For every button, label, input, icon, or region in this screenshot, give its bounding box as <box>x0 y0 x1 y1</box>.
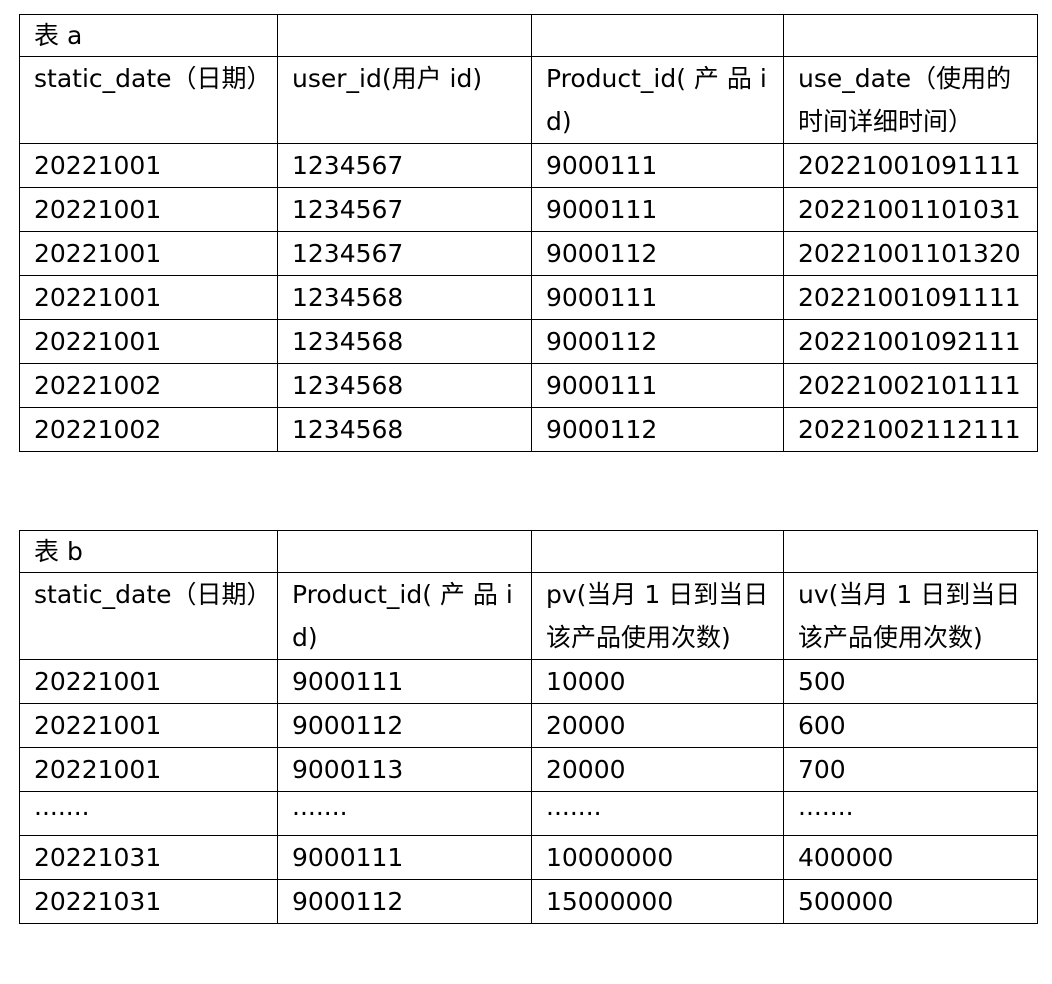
table-b-caption-row: 表 b <box>19 530 1038 573</box>
empty-cell <box>531 14 784 57</box>
table-cell: 600 <box>783 703 1038 748</box>
table-cell: 20221001101320 <box>783 231 1038 276</box>
table-cell: 9000111 <box>531 187 784 232</box>
table-cell: 20221001101031 <box>783 187 1038 232</box>
table-row: 20221001 1234567 9000112 20221001101320 <box>19 231 1038 276</box>
table-cell: 20221001 <box>19 187 278 232</box>
empty-cell <box>783 14 1038 57</box>
table-cell: 20221031 <box>19 835 278 880</box>
table-a-header-row: static_date（日期） user_id(用户 id) Product_i… <box>19 56 1038 144</box>
table-cell: 9000111 <box>531 363 784 408</box>
table-row: 20221001 1234567 9000111 20221001101031 <box>19 187 1038 232</box>
table-b: 表 b static_date（日期） Product_id( 产 品 id) … <box>19 530 1038 924</box>
table-row: 20221031 9000112 15000000 500000 <box>19 879 1038 924</box>
table-cell: 1234567 <box>277 231 532 276</box>
table-cell: 1234567 <box>277 143 532 188</box>
empty-cell <box>783 530 1038 573</box>
table-row: 20221001 9000112 20000 600 <box>19 703 1038 748</box>
table-cell: 10000000 <box>531 835 784 880</box>
table-cell: 9000112 <box>531 319 784 364</box>
table-cell: 20221001091111 <box>783 143 1038 188</box>
table-cell: 20221001 <box>19 659 278 704</box>
table-cell: 400000 <box>783 835 1038 880</box>
table-cell: 9000112 <box>531 407 784 452</box>
table-cell: 500 <box>783 659 1038 704</box>
table-cell: 20221002101111 <box>783 363 1038 408</box>
table-cell: 9000111 <box>531 275 784 320</box>
column-header: static_date（日期） <box>19 572 278 660</box>
table-cell: 20221002 <box>19 363 278 408</box>
table-cell: 20221001 <box>19 143 278 188</box>
table-a: 表 a static_date（日期） user_id(用户 id) Produ… <box>19 14 1038 452</box>
empty-cell <box>531 530 784 573</box>
table-cell: 1234568 <box>277 275 532 320</box>
table-row: 20221002 1234568 9000112 20221002112111 <box>19 407 1038 452</box>
table-row: 20221001 1234567 9000111 20221001091111 <box>19 143 1038 188</box>
table-cell: 9000111 <box>277 659 532 704</box>
column-header: pv(当月 1 日到当日该产品使用次数) <box>531 572 784 660</box>
column-header: Product_id( 产 品 id) <box>531 56 784 144</box>
table-cell: ······· <box>19 791 278 836</box>
column-header: uv(当月 1 日到当日该产品使用次数) <box>783 572 1038 660</box>
table-cell: 1234568 <box>277 319 532 364</box>
table-cell: 20221031 <box>19 879 278 924</box>
table-cell: 500000 <box>783 879 1038 924</box>
empty-cell <box>277 530 532 573</box>
table-cell: 20221002112111 <box>783 407 1038 452</box>
table-row: 20221001 1234568 9000112 20221001092111 <box>19 319 1038 364</box>
empty-cell <box>277 14 532 57</box>
table-cell: 10000 <box>531 659 784 704</box>
column-header: Product_id( 产 品 id) <box>277 572 532 660</box>
table-cell: 20221001 <box>19 275 278 320</box>
table-cell: 20221001092111 <box>783 319 1038 364</box>
table-cell: 20000 <box>531 747 784 792</box>
table-cell: 9000112 <box>277 879 532 924</box>
table-cell: ······· <box>783 791 1038 836</box>
table-cell: 20221001 <box>19 231 278 276</box>
table-row: 20221001 9000111 10000 500 <box>19 659 1038 704</box>
table-cell: 20221001 <box>19 747 278 792</box>
table-cell: 9000112 <box>531 231 784 276</box>
table-cell: 1234568 <box>277 407 532 452</box>
table-row: ······· ······· ······· ······· <box>19 791 1038 836</box>
table-b-header-row: static_date（日期） Product_id( 产 品 id) pv(当… <box>19 572 1038 660</box>
table-cell: 700 <box>783 747 1038 792</box>
table-row: 20221001 9000113 20000 700 <box>19 747 1038 792</box>
table-cell: 15000000 <box>531 879 784 924</box>
table-cell: 20221001 <box>19 319 278 364</box>
table-cell: 9000113 <box>277 747 532 792</box>
table-cell: ······· <box>531 791 784 836</box>
table-cell: 9000111 <box>277 835 532 880</box>
table-cell: 20221002 <box>19 407 278 452</box>
table-a-caption: 表 a <box>19 14 278 57</box>
column-header: user_id(用户 id) <box>277 56 532 144</box>
table-row: 20221002 1234568 9000111 20221002101111 <box>19 363 1038 408</box>
table-row: 20221001 1234568 9000111 20221001091111 <box>19 275 1038 320</box>
column-header: static_date（日期） <box>19 56 278 144</box>
table-cell: 9000111 <box>531 143 784 188</box>
table-b-caption: 表 b <box>19 530 278 573</box>
table-cell: 20221001091111 <box>783 275 1038 320</box>
table-cell: 20000 <box>531 703 784 748</box>
column-header: use_date（使用的时间详细时间） <box>783 56 1038 144</box>
table-cell: 1234567 <box>277 187 532 232</box>
table-cell: 9000112 <box>277 703 532 748</box>
table-a-caption-row: 表 a <box>19 14 1038 57</box>
table-cell: ······· <box>277 791 532 836</box>
table-cell: 1234568 <box>277 363 532 408</box>
table-cell: 20221001 <box>19 703 278 748</box>
table-row: 20221031 9000111 10000000 400000 <box>19 835 1038 880</box>
